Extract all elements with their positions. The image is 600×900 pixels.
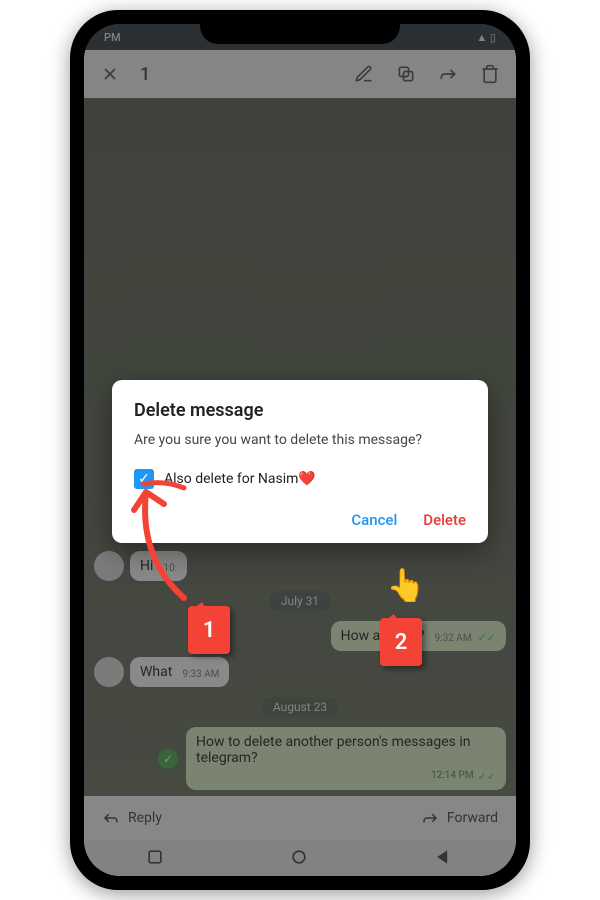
copy-icon[interactable] — [394, 62, 418, 86]
forward-icon[interactable] — [436, 62, 460, 86]
nav-back-icon[interactable] — [433, 847, 455, 869]
status-time: PM — [104, 31, 121, 44]
message-bubble[interactable]: Hi 10: — [130, 551, 187, 581]
also-delete-row[interactable]: ✓ Also delete for Nasim❤️ — [134, 469, 466, 489]
selection-check-icon: ✓ — [158, 749, 178, 769]
message-bubble[interactable]: How are you? 9:32 AM ✓✓ — [331, 621, 506, 651]
avatar — [94, 657, 124, 687]
reply-forward-bar: Reply Forward — [84, 796, 516, 840]
message-time: 12:14 PM — [431, 770, 473, 783]
message-row-selected[interactable]: ✓ How to delete another person's message… — [94, 727, 506, 790]
nav-recents-icon[interactable] — [145, 847, 167, 869]
selection-action-bar: 1 — [84, 50, 516, 98]
message-time: 10: — [163, 563, 177, 574]
cancel-button[interactable]: Cancel — [351, 511, 397, 529]
message-bubble-selected[interactable]: How to delete another person's messages … — [186, 727, 506, 790]
close-icon[interactable] — [98, 62, 122, 86]
checkbox-label: Also delete for Nasim❤️ — [164, 471, 316, 487]
date-pill: July 31 — [269, 591, 331, 611]
read-ticks-icon: ✓✓ — [478, 770, 496, 783]
message-row-incoming[interactable]: What 9:33 AM — [94, 657, 506, 687]
status-icons: ▲ ▯ — [476, 31, 496, 44]
delete-dialog: Delete message Are you sure you want to … — [112, 380, 488, 543]
read-ticks-icon: ✓✓ — [478, 631, 496, 644]
message-time: 9:33 AM — [182, 669, 219, 680]
selection-count: 1 — [140, 64, 150, 85]
message-text: How to delete another person's messages … — [196, 734, 471, 766]
edit-icon[interactable] — [352, 62, 376, 86]
message-text: Hi — [140, 558, 153, 574]
forward-label: Forward — [447, 810, 498, 826]
phone-notch — [200, 10, 400, 44]
message-text: What — [140, 664, 172, 680]
message-row-outgoing[interactable]: How are you? 9:32 AM ✓✓ — [94, 621, 506, 651]
reply-button[interactable]: Reply — [102, 809, 162, 827]
delete-button[interactable]: Delete — [423, 511, 466, 529]
android-nav-bar — [84, 840, 516, 876]
dialog-title: Delete message — [134, 400, 466, 421]
dialog-body: Are you sure you want to delete this mes… — [134, 431, 466, 451]
message-row-incoming[interactable]: Hi 10: — [94, 551, 506, 581]
dialog-actions: Cancel Delete — [134, 511, 466, 529]
date-pill: August 23 — [261, 697, 339, 717]
forward-button[interactable]: Forward — [421, 809, 498, 827]
message-bubble[interactable]: What 9:33 AM — [130, 657, 229, 687]
phone-screen: PM ▲ ▯ 1 July 22 — [84, 24, 516, 876]
phone-frame: PM ▲ ▯ 1 July 22 — [70, 10, 530, 890]
message-time: 9:32 AM — [435, 633, 472, 644]
avatar — [94, 551, 124, 581]
trash-icon[interactable] — [478, 62, 502, 86]
message-text: How are you? — [341, 628, 425, 644]
nav-home-icon[interactable] — [289, 847, 311, 869]
reply-label: Reply — [128, 810, 162, 826]
checkbox-checked-icon[interactable]: ✓ — [134, 469, 154, 489]
